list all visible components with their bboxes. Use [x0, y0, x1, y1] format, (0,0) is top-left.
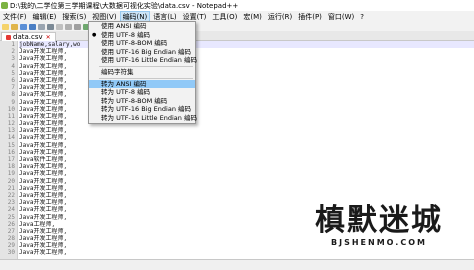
encoding-menu-item[interactable]: 编码字符集 — [89, 68, 195, 77]
text-line[interactable]: Java开发工程师, — [19, 142, 474, 149]
encoding-menu-item[interactable]: 转为 UTF-16 Little Endian 编码 — [89, 114, 197, 123]
line-number: 19 — [7, 170, 15, 178]
line-number: 4 — [11, 62, 15, 70]
line-number: 15 — [7, 141, 15, 149]
menu-item[interactable]: 设置(T) — [180, 12, 210, 22]
encoding-menu-item[interactable]: 使用 ANSI 编码 — [89, 22, 195, 31]
text-line[interactable]: Java开发工程师, — [19, 249, 474, 256]
notepadpp-app-icon — [1, 2, 8, 9]
menu-item[interactable]: 插件(P) — [295, 12, 325, 22]
line-number: 7 — [11, 84, 15, 92]
line-number: 2 — [11, 48, 15, 56]
close-tab-icon[interactable]: ✕ — [46, 34, 51, 41]
cut-icon[interactable] — [56, 23, 63, 30]
encoding-menu-item[interactable]: 使用 UTF-8 编码 — [89, 31, 195, 40]
line-number: 9 — [11, 98, 15, 106]
encoding-menu-item[interactable]: 转为 UTF-16 Big Endian 编码 — [89, 105, 195, 114]
line-number: 18 — [7, 163, 15, 171]
menu-item[interactable]: 运行(R) — [265, 12, 295, 22]
line-number: 17 — [7, 156, 15, 163]
line-number: 27 — [7, 227, 15, 235]
menu-item[interactable]: 编辑(E) — [30, 12, 60, 22]
line-number: 11 — [7, 112, 15, 120]
open-file-icon[interactable] — [11, 23, 18, 30]
paste-icon[interactable] — [74, 23, 81, 30]
line-number: 22 — [7, 191, 15, 199]
text-line[interactable]: Java开发工程师, — [19, 170, 474, 177]
line-number: 3 — [11, 55, 15, 63]
menu-item[interactable]: 窗口(W) — [325, 12, 357, 22]
encoding-menu-item[interactable]: 使用 UTF-8-BOM 编码 — [89, 39, 195, 48]
new-file-icon[interactable] — [2, 23, 9, 30]
menu-separator — [99, 77, 193, 79]
toolbar — [0, 22, 474, 31]
menu-separator — [99, 65, 193, 67]
menu-item[interactable]: 工具(O) — [209, 12, 240, 22]
line-number: 30 — [7, 249, 15, 257]
line-number: 26 — [7, 220, 15, 228]
line-number: 20 — [7, 177, 15, 185]
text-line[interactable]: Java开发工程师, — [19, 185, 474, 192]
line-number: 28 — [7, 235, 15, 243]
text-line[interactable]: Java开发工程师, — [19, 127, 474, 134]
line-number: 13 — [7, 127, 15, 135]
text-line[interactable]: Java开发工程师, — [19, 192, 474, 199]
watermark-logo-text: 槙默迷城 — [315, 203, 443, 238]
line-number: 1 — [11, 41, 15, 48]
save-icon[interactable] — [20, 23, 27, 30]
line-number: 5 — [11, 69, 15, 77]
line-number: 29 — [7, 242, 15, 250]
line-number: 12 — [7, 120, 15, 128]
title-bar: D:\我的\二学位第三学期课程\大数据可视化实验\data.csv - Note… — [0, 0, 474, 11]
line-number: 21 — [7, 184, 15, 192]
line-number: 23 — [7, 199, 15, 207]
tab-label: data.csv — [13, 33, 43, 41]
save-all-icon[interactable] — [29, 23, 36, 30]
text-line[interactable]: Java开发工程师, — [19, 134, 474, 141]
tab-data-csv[interactable]: data.csv ✕ — [1, 32, 56, 41]
line-number: 6 — [11, 76, 15, 84]
text-line[interactable]: Java开发工程师, — [19, 149, 474, 156]
menu-item[interactable]: 文件(F) — [0, 12, 30, 22]
copy-icon[interactable] — [65, 23, 72, 30]
menu-item[interactable]: 宏(M) — [240, 12, 265, 22]
encoding-menu-item[interactable]: 转为 UTF-8 编码 — [89, 88, 195, 97]
text-line[interactable]: Java开发工程师, — [19, 163, 474, 170]
line-number: 14 — [7, 134, 15, 142]
menu-item[interactable]: ? — [357, 13, 367, 21]
print-icon[interactable] — [47, 23, 54, 30]
line-number: 8 — [11, 91, 15, 99]
text-line[interactable]: Java软件工程师, — [19, 156, 474, 163]
encoding-menu-item[interactable]: 转为 ANSI 编码 — [89, 79, 195, 89]
menu-item[interactable]: 视图(V) — [89, 12, 119, 22]
watermark-url-text: BJSHENMO.COM — [331, 238, 427, 247]
line-number-gutter: 1 2 3 4 5 6 7 8 9 10 11 12 13 14 15 16 17 18 19 20 21 22 23 24 2… — [0, 41, 18, 259]
line-number: 10 — [7, 105, 15, 113]
close-file-icon[interactable] — [38, 23, 45, 30]
menu-item[interactable]: 搜索(S) — [59, 12, 89, 22]
encoding-menu-item[interactable]: 使用 UTF-16 Little Endian 编码 — [89, 56, 197, 65]
window-title: D:\我的\二学位第三学期课程\大数据可视化实验\data.csv - Note… — [10, 1, 239, 10]
watermark-logo: 槙默迷城 BJSHENMO.COM — [310, 203, 448, 248]
line-number: 25 — [7, 213, 15, 221]
tab-bar: data.csv ✕ — [0, 31, 474, 41]
status-bar — [0, 259, 474, 270]
menu-bar: 文件(F) 编辑(E) 搜索(S) 视图(V) 编码(N) 语言(L) 设置(T) 工具(O)… — [0, 10, 474, 23]
unsaved-file-icon — [6, 34, 11, 40]
menu-item[interactable]: 语言(L) — [150, 12, 179, 22]
encoding-dropdown-menu: 使用 ANSI 编码使用 UTF-8 编码使用 UTF-8-BOM 编码使用 U… — [88, 21, 197, 124]
line-number: 16 — [7, 148, 15, 156]
text-line[interactable]: Java开发工程师, — [19, 178, 474, 185]
line-number: 24 — [7, 206, 15, 214]
